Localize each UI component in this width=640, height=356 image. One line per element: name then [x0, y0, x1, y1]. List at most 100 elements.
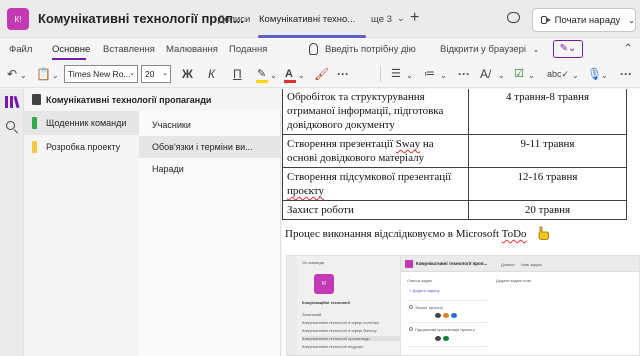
bullets-icon[interactable]: ☰ [391, 66, 401, 82]
underline-button[interactable]: П [233, 66, 242, 82]
chevron-down-icon[interactable]: ⌄ [528, 68, 535, 84]
tab-notebook[interactable]: Комунікативні техно... [259, 14, 355, 25]
chevron-down-icon[interactable]: ⌄ [406, 68, 413, 84]
more-icon[interactable]: ··· [337, 66, 349, 82]
font-name-value: Times New Ro... [68, 69, 131, 79]
tag-icon[interactable]: ☑ [514, 66, 524, 82]
meet-now-button[interactable]: Почати нараду ⌄ [532, 8, 636, 32]
font-size-field[interactable]: 20 ⌄ [141, 65, 171, 83]
section-color [32, 117, 37, 129]
table-row: Створення підсумкової презентації проєкт… [282, 167, 627, 201]
sections-list: Щоденник команди Розробка проекту [24, 111, 139, 356]
embedded-back-link: Усі команди [302, 260, 325, 265]
paragraph-text: Процес виконання відслідковуємо в Micros… [285, 228, 502, 240]
numbering-icon[interactable]: ≔ [424, 66, 435, 82]
chevron-down-icon[interactable]: ⌄ [20, 68, 27, 84]
pages-list: Учасники Обов'язки і терміни ви... Нарад… [139, 111, 281, 356]
video-camera-icon [541, 16, 551, 24]
notebooks-icon[interactable] [5, 95, 20, 109]
tab-more[interactable]: ще 3 [371, 14, 392, 25]
chevron-down-icon[interactable]: ⌄ [397, 13, 405, 24]
embedded-channel: Комунікативні технології ведучих [302, 344, 364, 349]
task-cell[interactable]: Створення підсумкової презентації проєкт… [282, 167, 469, 201]
section-team-diary[interactable]: Щоденник команди [24, 111, 139, 135]
embedded-list-header: Список задач [407, 278, 433, 283]
chevron-down-icon: ⌄ [162, 70, 168, 77]
chevron-down-icon[interactable]: ⌄ [270, 68, 277, 84]
section-project-dev[interactable]: Розробка проекту [24, 135, 139, 159]
pointing-hand-emoji-icon [538, 226, 549, 240]
spelling-icon[interactable]: abc✓ [547, 66, 569, 82]
notebook-header[interactable]: Комунікативні технології пропаганди [24, 89, 281, 111]
chevron-down-icon[interactable]: ⌄ [52, 68, 59, 84]
dates-cell[interactable]: 20 травня [468, 200, 627, 220]
conversation-icon[interactable] [507, 12, 520, 23]
menu-home[interactable]: Основне [52, 44, 90, 55]
chevron-down-icon[interactable]: ⌄ [498, 68, 505, 84]
chevron-down-icon: ⌄ [532, 45, 540, 54]
task-cell[interactable]: Створення презентації Sway на основі дов… [282, 134, 469, 168]
styles-icon[interactable]: A/ [480, 66, 491, 82]
embedded-screenshot[interactable]: Усі команди К! Комунікаційні технології … [286, 255, 640, 356]
italic-button[interactable]: К [208, 66, 215, 82]
embedded-team-avatar: К! [314, 274, 334, 294]
ribbon-menu: Файл Основне Вставлення Малювання Поданн… [0, 38, 640, 60]
dates-cell[interactable]: 4 травня-8 травня [468, 89, 627, 135]
more-icon[interactable]: ··· [620, 66, 632, 82]
task-cell[interactable]: Захист роботи [282, 200, 469, 220]
page-meetings[interactable]: Наради [139, 158, 281, 180]
paste-icon[interactable]: 📋 [36, 66, 51, 82]
embedded-header: Комунікативні технології проп... Дописи … [401, 256, 639, 272]
embedded-assignee [451, 313, 457, 318]
divider [380, 66, 381, 82]
team-avatar[interactable]: К! [7, 8, 29, 30]
embedded-channel: Комунікативні технології в сфері політик… [302, 320, 379, 325]
search-icon[interactable] [6, 121, 15, 130]
open-in-browser-button[interactable]: Відкрити у браузері ⌄ [440, 44, 539, 55]
menu-view[interactable]: Подання [229, 44, 267, 55]
page-canvas[interactable]: Обробіток та структурування отриманої ін… [282, 89, 640, 356]
chevron-down-icon[interactable]: ⌄ [572, 68, 579, 84]
open-in-browser-label: Відкрити у браузері [440, 44, 527, 55]
bold-button[interactable]: Ж [182, 66, 193, 82]
spell-flag: проєкту [287, 185, 324, 197]
embedded-tab: Дописи [501, 262, 515, 267]
embedded-divider [407, 300, 487, 301]
embedded-task-checkbox [409, 327, 413, 331]
embedded-sidebar: Усі команди К! Комунікаційні технології … [297, 256, 401, 355]
more-icon[interactable]: ··· [458, 66, 470, 82]
embedded-channel: Комунікативні технології в сфері бізнесу [302, 328, 377, 333]
tell-me-search[interactable]: Введіть потрібну дію [325, 44, 416, 55]
dictate-icon[interactable]: 🎙 [587, 66, 602, 82]
chevron-down-icon[interactable]: ⌄ [298, 68, 305, 84]
menu-insert[interactable]: Вставлення [103, 44, 155, 55]
embedded-assignee [435, 313, 441, 318]
format-painter-icon[interactable]: 🖌 [314, 66, 329, 82]
chevron-down-icon[interactable]: ⌄ [440, 68, 447, 84]
formatting-toolbar: ↶ ⌄ 📋 ⌄ Times New Ro... ⌄ 20 ⌄ Ж К П ✎ ⌄… [0, 60, 640, 88]
undo-icon[interactable]: ↶ [7, 66, 17, 82]
add-tab-icon[interactable]: + [410, 9, 419, 27]
paragraph-todo: ToDo [501, 228, 527, 240]
menu-file[interactable]: Файл [9, 44, 32, 55]
lightbulb-icon [309, 43, 318, 55]
body-paragraph[interactable]: Процес виконання відслідковуємо в Micros… [285, 228, 527, 240]
font-name-field[interactable]: Times New Ro... ⌄ [64, 65, 138, 83]
dates-cell[interactable]: 12-16 травня [468, 167, 627, 201]
page-participants[interactable]: Учасники [139, 114, 281, 136]
tab-posts[interactable]: Дописи [218, 14, 250, 25]
chevron-down-icon[interactable]: ⌄ [601, 68, 608, 84]
page-duties-deadlines[interactable]: Обов'язки і терміни ви... [139, 136, 281, 158]
embedded-list-header: Додати задачі нові [496, 278, 531, 283]
dates-cell[interactable]: 9-11 травня [468, 134, 627, 168]
schedule-table[interactable]: Обробіток та структурування отриманої ін… [282, 89, 627, 220]
task-cell[interactable]: Обробіток та структурування отриманої ін… [282, 89, 469, 135]
chevron-down-icon: ⌄ [129, 70, 135, 77]
page-label: Обов'язки і терміни ви... [152, 142, 253, 152]
chevron-up-icon[interactable]: ⌃ [624, 43, 632, 54]
embedded-divider [407, 346, 487, 347]
pen-button[interactable]: ✎⌄ [553, 40, 583, 58]
highlight-color-bar [256, 80, 268, 83]
menu-draw[interactable]: Малювання [166, 44, 218, 55]
notebook-icon [32, 94, 41, 105]
